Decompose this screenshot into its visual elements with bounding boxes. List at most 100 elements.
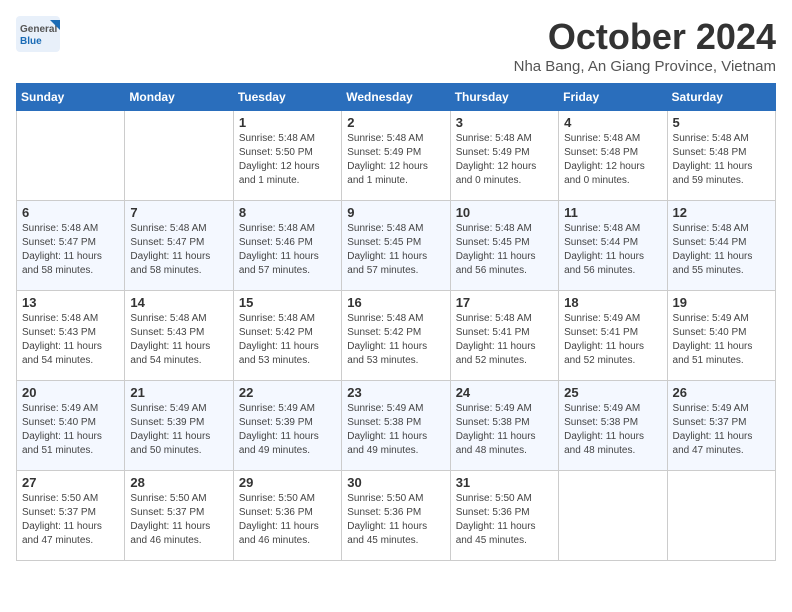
day-cell: 13 Sunrise: 5:48 AM Sunset: 5:43 PM Dayli… — [17, 291, 125, 381]
title-section: October 2024 Nha Bang, An Giang Province… — [514, 16, 776, 75]
page-header: General Blue October 2024 Nha Bang, An G… — [16, 16, 776, 75]
week-row-3: 20 Sunrise: 5:49 AM Sunset: 5:40 PM Dayli… — [17, 381, 776, 471]
day-cell: 11Sunrise: 5:48 AM Sunset: 5:44 PM Dayli… — [559, 201, 667, 291]
day-number: 8 — [239, 205, 336, 220]
day-info: Sunrise: 5:49 AM Sunset: 5:38 PM Dayligh… — [456, 402, 553, 458]
day-number: 19 — [673, 295, 770, 310]
day-cell: 3 Sunrise: 5:48 AM Sunset: 5:49 PM Daylig… — [450, 111, 558, 201]
day-info: Sunrise: 5:48 AM Sunset: 5:42 PM Dayligh… — [347, 312, 444, 368]
day-number: 30 — [347, 475, 444, 490]
day-cell: 2Sunrise: 5:48 AM Sunset: 5:49 PM Daylig… — [342, 111, 450, 201]
day-cell: 20 Sunrise: 5:49 AM Sunset: 5:40 PM Dayli… — [17, 381, 125, 471]
col-thursday: Thursday — [450, 84, 558, 111]
col-sunday: Sunday — [17, 84, 125, 111]
day-cell: 27Sunrise: 5:50 AM Sunset: 5:37 PM Dayli… — [17, 471, 125, 561]
day-number: 13 — [22, 295, 119, 310]
day-info: Sunrise: 5:49 AM Sunset: 5:41 PM Dayligh… — [564, 312, 661, 368]
day-cell: 12 Sunrise: 5:48 AM Sunset: 5:44 PM Dayli… — [667, 201, 775, 291]
col-wednesday: Wednesday — [342, 84, 450, 111]
day-info: Sunrise: 5:50 AM Sunset: 5:36 PM Dayligh… — [456, 492, 553, 548]
header-row: Sunday Monday Tuesday Wednesday Thursday… — [17, 84, 776, 111]
day-info: Sunrise: 5:49 AM Sunset: 5:37 PM Dayligh… — [673, 402, 770, 458]
day-info: Sunrise: 5:49 AM Sunset: 5:39 PM Dayligh… — [130, 402, 227, 458]
day-info: Sunrise: 5:48 AM Sunset: 5:43 PM Dayligh… — [130, 312, 227, 368]
day-number: 28 — [130, 475, 227, 490]
day-number: 7 — [130, 205, 227, 220]
svg-text:Blue: Blue — [20, 36, 42, 47]
day-number: 1 — [239, 115, 336, 130]
col-monday: Monday — [125, 84, 233, 111]
day-number: 22 — [239, 385, 336, 400]
day-number: 12 — [673, 205, 770, 220]
col-tuesday: Tuesday — [233, 84, 341, 111]
day-cell — [17, 111, 125, 201]
day-number: 24 — [456, 385, 553, 400]
day-cell: 1 Sunrise: 5:48 AM Sunset: 5:50 PM Daylig… — [233, 111, 341, 201]
week-row-4: 27Sunrise: 5:50 AM Sunset: 5:37 PM Dayli… — [17, 471, 776, 561]
day-info: Sunrise: 5:49 AM Sunset: 5:38 PM Dayligh… — [347, 402, 444, 458]
day-number: 4 — [564, 115, 661, 130]
day-info: Sunrise: 5:50 AM Sunset: 5:36 PM Dayligh… — [239, 492, 336, 548]
day-cell: 24 Sunrise: 5:49 AM Sunset: 5:38 PM Dayli… — [450, 381, 558, 471]
day-cell: 26 Sunrise: 5:49 AM Sunset: 5:37 PM Dayli… — [667, 381, 775, 471]
day-number: 25 — [564, 385, 661, 400]
day-info: Sunrise: 5:48 AM Sunset: 5:42 PM Dayligh… — [239, 312, 336, 368]
day-cell: 28 Sunrise: 5:50 AM Sunset: 5:37 PM Dayli… — [125, 471, 233, 561]
day-cell: 10Sunrise: 5:48 AM Sunset: 5:45 PM Dayli… — [450, 201, 558, 291]
day-cell: 8 Sunrise: 5:48 AM Sunset: 5:46 PM Daylig… — [233, 201, 341, 291]
day-number: 18 — [564, 295, 661, 310]
day-cell: 4 Sunrise: 5:48 AM Sunset: 5:48 PM Daylig… — [559, 111, 667, 201]
day-info: Sunrise: 5:48 AM Sunset: 5:47 PM Dayligh… — [130, 222, 227, 278]
day-cell: 30 Sunrise: 5:50 AM Sunset: 5:36 PM Dayli… — [342, 471, 450, 561]
day-cell: 29Sunrise: 5:50 AM Sunset: 5:36 PM Dayli… — [233, 471, 341, 561]
day-cell: 9 Sunrise: 5:48 AM Sunset: 5:45 PM Daylig… — [342, 201, 450, 291]
day-info: Sunrise: 5:48 AM Sunset: 5:50 PM Dayligh… — [239, 132, 336, 188]
col-saturday: Saturday — [667, 84, 775, 111]
day-info: Sunrise: 5:48 AM Sunset: 5:46 PM Dayligh… — [239, 222, 336, 278]
week-row-0: 1 Sunrise: 5:48 AM Sunset: 5:50 PM Daylig… — [17, 111, 776, 201]
day-number: 23 — [347, 385, 444, 400]
day-cell: 23 Sunrise: 5:49 AM Sunset: 5:38 PM Dayli… — [342, 381, 450, 471]
calendar-table: Sunday Monday Tuesday Wednesday Thursday… — [16, 83, 776, 561]
day-info: Sunrise: 5:50 AM Sunset: 5:37 PM Dayligh… — [130, 492, 227, 548]
day-info: Sunrise: 5:48 AM Sunset: 5:43 PM Dayligh… — [22, 312, 119, 368]
day-cell — [559, 471, 667, 561]
day-cell: 6Sunrise: 5:48 AM Sunset: 5:47 PM Daylig… — [17, 201, 125, 291]
day-number: 3 — [456, 115, 553, 130]
day-info: Sunrise: 5:49 AM Sunset: 5:40 PM Dayligh… — [673, 312, 770, 368]
day-cell — [667, 471, 775, 561]
day-number: 21 — [130, 385, 227, 400]
day-info: Sunrise: 5:50 AM Sunset: 5:37 PM Dayligh… — [22, 492, 119, 548]
week-row-1: 6 Sunrise: 5:48 AM Sunset: 5:47 PM Daylig… — [17, 201, 776, 291]
day-cell: 7 Sunrise: 5:48 AM Sunset: 5:47 PM Daylig… — [125, 201, 233, 291]
day-cell: 14 Sunrise: 5:48 AM Sunset: 5:43 PM Dayli… — [125, 291, 233, 381]
day-cell — [125, 111, 233, 201]
day-info: Sunrise: 5:48 AM Sunset: 5:48 PM Dayligh… — [673, 132, 770, 188]
day-number: 14 — [130, 295, 227, 310]
day-info: Sunrise: 5:48 AM Sunset: 5:48 PM Dayligh… — [564, 132, 661, 188]
day-number: 9 — [347, 205, 444, 220]
day-info: Sunrise: 5:48 AM Sunset: 5:45 PM Dayligh… — [456, 222, 553, 278]
day-cell: 15Sunrise: 5:48 AM Sunset: 5:42 PM Dayli… — [233, 291, 341, 381]
month-title: October 2024 — [514, 16, 776, 58]
day-info: Sunrise: 5:48 AM Sunset: 5:49 PM Dayligh… — [456, 132, 553, 188]
col-friday: Friday — [559, 84, 667, 111]
day-cell: 31Sunrise: 5:50 AM Sunset: 5:36 PM Dayli… — [450, 471, 558, 561]
location-subtitle: Nha Bang, An Giang Province, Vietnam — [514, 58, 776, 75]
day-number: 26 — [673, 385, 770, 400]
day-number: 17 — [456, 295, 553, 310]
day-info: Sunrise: 5:50 AM Sunset: 5:36 PM Dayligh… — [347, 492, 444, 548]
day-number: 5 — [673, 115, 770, 130]
day-info: Sunrise: 5:49 AM Sunset: 5:39 PM Dayligh… — [239, 402, 336, 458]
week-row-2: 13 Sunrise: 5:48 AM Sunset: 5:43 PM Dayli… — [17, 291, 776, 381]
day-number: 20 — [22, 385, 119, 400]
day-info: Sunrise: 5:48 AM Sunset: 5:41 PM Dayligh… — [456, 312, 553, 368]
logo-icon: General Blue — [16, 16, 60, 52]
day-cell: 19 Sunrise: 5:49 AM Sunset: 5:40 PM Dayli… — [667, 291, 775, 381]
day-info: Sunrise: 5:48 AM Sunset: 5:45 PM Dayligh… — [347, 222, 444, 278]
day-info: Sunrise: 5:49 AM Sunset: 5:40 PM Dayligh… — [22, 402, 119, 458]
day-number: 16 — [347, 295, 444, 310]
day-number: 6 — [22, 205, 119, 220]
svg-text:General: General — [20, 24, 57, 35]
day-info: Sunrise: 5:48 AM Sunset: 5:44 PM Dayligh… — [673, 222, 770, 278]
